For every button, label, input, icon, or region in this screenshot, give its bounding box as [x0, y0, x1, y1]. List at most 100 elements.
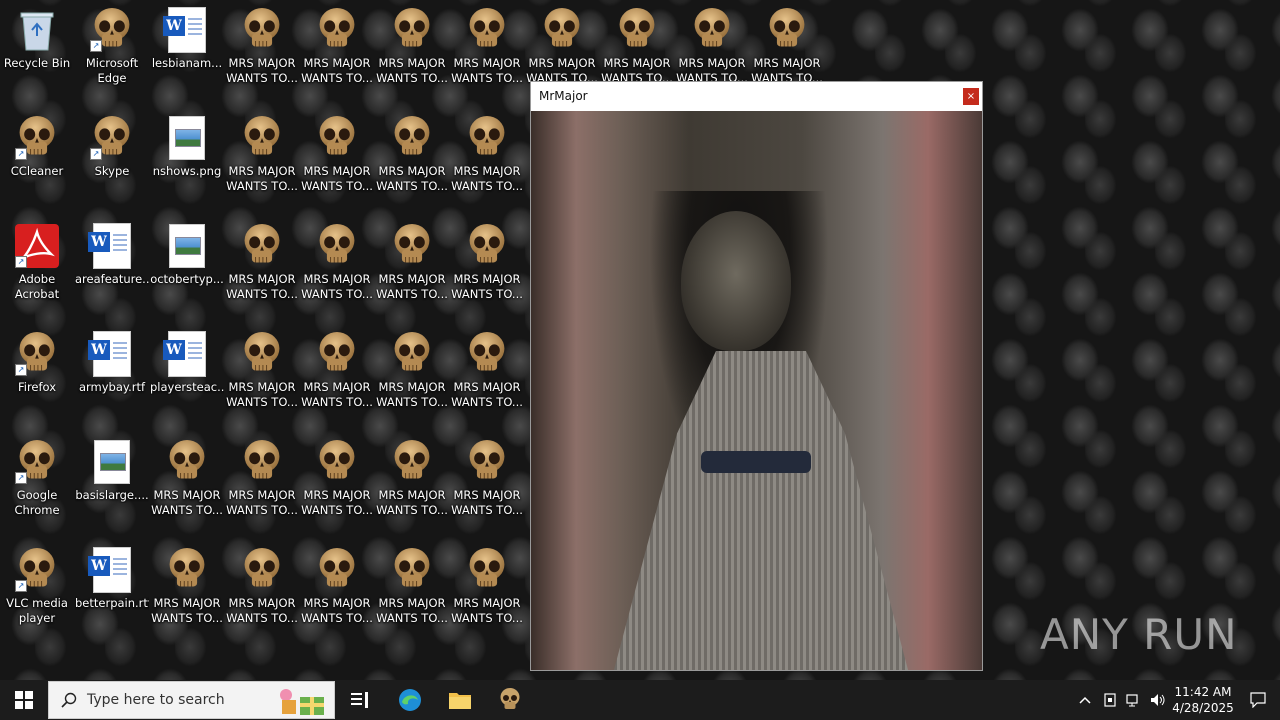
desktop-icon-label: MRS MAJOR WANTS TO... — [301, 380, 373, 409]
desktop-icon-label: playersteac... — [150, 380, 224, 394]
shortcut-arrow-icon: ↗ — [90, 148, 102, 160]
desktop-icon[interactable]: MRS MAJOR WANTS TO... — [301, 330, 373, 410]
desktop-icon[interactable]: MRS MAJOR WANTS TO... — [151, 546, 223, 626]
desktop-icon[interactable]: MRS MAJOR WANTS TO... — [151, 438, 223, 518]
desktop-icon[interactable]: ↗ Skype — [76, 114, 148, 179]
skull-icon: ↗ — [13, 114, 61, 162]
system-tray: 11:42 AM 4/28/2025 — [1072, 680, 1280, 720]
desktop-icon[interactable]: MRS MAJOR WANTS TO... — [301, 438, 373, 518]
watermark-text: ANY RUN — [1040, 610, 1238, 659]
skull-icon — [463, 546, 511, 594]
desktop-icon[interactable]: ↗ Adobe Acrobat — [1, 222, 73, 302]
desktop-icon[interactable]: ↗ Microsoft Edge — [76, 6, 148, 86]
desktop-icon[interactable]: ↗ VLC media player — [1, 546, 73, 626]
mrmajor-window[interactable]: MrMajor × — [530, 81, 983, 671]
desktop-icon[interactable]: Wplayersteac... — [150, 330, 224, 395]
skull-icon — [238, 330, 286, 378]
desktop-icon[interactable]: basislarge.... — [75, 438, 149, 503]
desktop-icon-label: MRS MAJOR WANTS TO... — [226, 380, 298, 409]
tray-volume-button[interactable] — [1146, 680, 1170, 720]
desktop-icon[interactable]: Wlesbianam... — [151, 6, 223, 71]
skull-icon — [238, 546, 286, 594]
desktop-icon-label: MRS MAJOR WANTS TO... — [451, 380, 523, 409]
desktop-icon-label: Firefox — [17, 380, 57, 394]
desktop-icon[interactable]: MRS MAJOR WANTS TO... — [751, 6, 823, 86]
desktop-icon[interactable]: MRS MAJOR WANTS TO... — [451, 546, 523, 626]
desktop-icon[interactable]: Recycle Bin — [1, 6, 73, 71]
image-file-icon — [163, 222, 211, 270]
taskbar-edge-button[interactable] — [385, 680, 435, 720]
desktop-icon[interactable]: MRS MAJOR WANTS TO... — [451, 114, 523, 194]
desktop-icon-label: basislarge.... — [75, 488, 149, 502]
desktop-icon[interactable]: MRS MAJOR WANTS TO... — [451, 6, 523, 86]
skull-icon — [613, 6, 661, 54]
desktop-icon[interactable]: MRS MAJOR WANTS TO... — [301, 546, 373, 626]
desktop-icon[interactable]: MRS MAJOR WANTS TO... — [226, 438, 298, 518]
action-center-button[interactable] — [1236, 680, 1280, 720]
task-view-button[interactable] — [335, 680, 385, 720]
desktop-icon[interactable]: MRS MAJOR WANTS TO... — [376, 6, 448, 86]
skull-icon — [388, 546, 436, 594]
desktop-icon[interactable]: MRS MAJOR WANTS TO... — [376, 222, 448, 302]
desktop-icon-label: MRS MAJOR WANTS TO... — [451, 164, 523, 193]
desktop-icon-label: MRS MAJOR WANTS TO... — [301, 596, 373, 625]
window-titlebar[interactable]: MrMajor × — [531, 82, 982, 111]
task-view-icon — [351, 692, 368, 708]
search-icon — [61, 692, 77, 708]
desktop-icon[interactable]: MRS MAJOR WANTS TO... — [226, 222, 298, 302]
skull-icon — [313, 114, 361, 162]
desktop-icon[interactable]: MRS MAJOR WANTS TO... — [226, 6, 298, 86]
desktop-icon[interactable]: MRS MAJOR WANTS TO... — [226, 114, 298, 194]
desktop-icon[interactable]: MRS MAJOR WANTS TO... — [676, 6, 748, 86]
desktop-icon[interactable]: MRS MAJOR WANTS TO... — [376, 330, 448, 410]
taskbar-file-explorer-button[interactable] — [435, 680, 485, 720]
start-button[interactable] — [0, 680, 48, 720]
desktop-icon[interactable]: nshows.png — [151, 114, 223, 179]
desktop-icon[interactable]: MRS MAJOR WANTS TO... — [226, 330, 298, 410]
desktop-icon[interactable]: Wareafeature... — [75, 222, 149, 287]
skull-icon: ↗ — [88, 114, 136, 162]
desktop-icon-label: Google Chrome — [14, 488, 60, 517]
desktop-icon[interactable]: MRS MAJOR WANTS TO... — [601, 6, 673, 86]
skull-icon: ↗ — [13, 330, 61, 378]
desktop-icon[interactable]: MRS MAJOR WANTS TO... — [451, 330, 523, 410]
taskbar-search-box[interactable]: Type here to search — [48, 681, 335, 719]
desktop-icon[interactable]: ↗ Google Chrome — [1, 438, 73, 518]
desktop-icon[interactable]: MRS MAJOR WANTS TO... — [226, 546, 298, 626]
desktop-icon[interactable]: Wbetterpain.rtf — [75, 546, 149, 611]
desktop-icon[interactable]: octobertyp... — [150, 222, 224, 287]
skull-icon — [463, 114, 511, 162]
desktop-icon[interactable]: MRS MAJOR WANTS TO... — [301, 114, 373, 194]
desktop-icon[interactable]: MRS MAJOR WANTS TO... — [376, 114, 448, 194]
acrobat-icon: ↗ — [13, 222, 61, 270]
desktop-icon[interactable]: MRS MAJOR WANTS TO... — [526, 6, 598, 86]
doll-bow — [701, 451, 811, 473]
desktop-icon-label: Skype — [94, 164, 130, 178]
taskbar-skull-app-button[interactable] — [485, 680, 535, 720]
skull-icon — [238, 114, 286, 162]
desktop-icon[interactable]: MRS MAJOR WANTS TO... — [301, 6, 373, 86]
desktop-icon[interactable]: Warmybay.rtf — [76, 330, 148, 395]
tray-network-button[interactable] — [1122, 680, 1146, 720]
window-close-button[interactable]: × — [963, 88, 979, 105]
tray-overflow-button[interactable] — [1072, 680, 1098, 720]
word-document-icon: W — [88, 222, 136, 270]
notification-icon — [1250, 692, 1266, 708]
taskbar: Type here to search 11:42 AM 4/28/2025 — [0, 680, 1280, 720]
desktop-icon-label: MRS MAJOR WANTS TO... — [226, 56, 298, 85]
skull-icon — [163, 546, 211, 594]
taskbar-clock[interactable]: 11:42 AM 4/28/2025 — [1170, 684, 1236, 716]
desktop-icon[interactable]: ↗ CCleaner — [1, 114, 73, 179]
word-document-icon: W — [88, 546, 136, 594]
desktop-icon-label: MRS MAJOR WANTS TO... — [451, 56, 523, 85]
desktop-icon[interactable]: MRS MAJOR WANTS TO... — [451, 222, 523, 302]
desktop-icon-label: CCleaner — [10, 164, 64, 178]
desktop-icon[interactable]: ↗ Firefox — [1, 330, 73, 395]
desktop-icon[interactable]: MRS MAJOR WANTS TO... — [301, 222, 373, 302]
desktop-icon-label: MRS MAJOR WANTS TO... — [376, 272, 448, 301]
desktop-icon[interactable]: MRS MAJOR WANTS TO... — [376, 438, 448, 518]
desktop-icon-label: MRS MAJOR WANTS TO... — [451, 272, 523, 301]
desktop-icon[interactable]: MRS MAJOR WANTS TO... — [376, 546, 448, 626]
desktop-icon[interactable]: MRS MAJOR WANTS TO... — [451, 438, 523, 518]
tray-device-button[interactable] — [1098, 680, 1122, 720]
